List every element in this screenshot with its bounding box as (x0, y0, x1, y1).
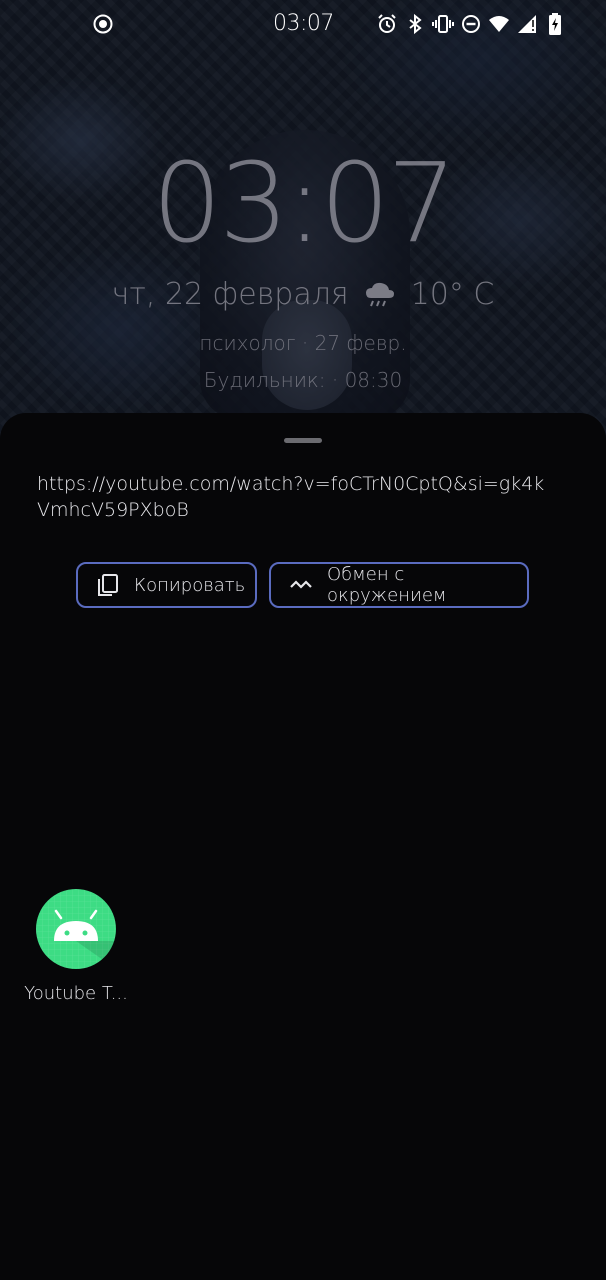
vibrate-icon (432, 13, 454, 35)
rain-cloud-icon (363, 278, 397, 312)
nearby-share-button[interactable]: Обмен с окружением (269, 562, 529, 608)
nearby-share-icon (289, 573, 313, 597)
alarm-icon (376, 13, 398, 35)
lockscreen-date-weather: чт, 22 февраля 10° C (0, 277, 606, 312)
lockscreen-event: психолог · 27 февр. (199, 331, 407, 355)
status-time: 03:07 (273, 11, 334, 36)
do-not-disturb-icon (460, 13, 482, 35)
copy-button-label: Копировать (134, 574, 246, 596)
status-bar: 03:07 (0, 0, 606, 48)
wifi-icon (488, 13, 510, 35)
screen: 03:07 03:07 чт, 22 февраля 10° C психоло… (0, 0, 606, 1280)
status-icons (376, 12, 566, 36)
bluetooth-icon (404, 13, 426, 35)
share-target-app-label: Youtube T... (24, 983, 128, 1004)
copy-icon (96, 573, 120, 597)
share-sheet: https://youtube.com/watch?v=foCTrN0CptQ&… (0, 413, 606, 1280)
lockscreen-temperature: 10° C (410, 277, 495, 312)
sheet-drag-handle[interactable] (284, 438, 322, 443)
share-target-app[interactable]: Youtube T... (16, 889, 136, 1004)
shared-url-text: https://youtube.com/watch?v=foCTrN0CptQ&… (37, 473, 545, 521)
nearby-share-button-label: Обмен с окружением (327, 564, 447, 606)
copy-button[interactable]: Копировать (76, 562, 257, 608)
cell-signal-icon (516, 13, 538, 35)
screen-record-icon (92, 13, 114, 35)
lockscreen-alarm: Будильник: · 08:30 (203, 368, 403, 392)
battery-charging-icon (544, 13, 566, 35)
lockscreen-date: чт, 22 февраля (111, 277, 349, 312)
android-app-icon (36, 889, 116, 969)
lockscreen-clock: 03:07 (151, 139, 457, 267)
